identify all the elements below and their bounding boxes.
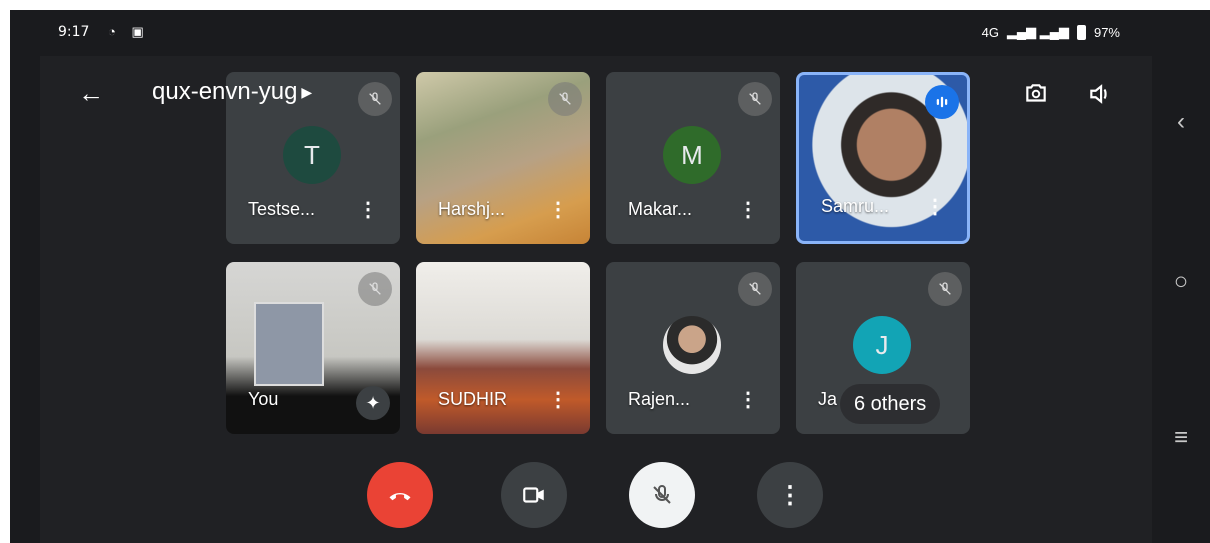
mic-off-icon [928,272,962,306]
self-tile[interactable]: You ✦ [226,262,400,434]
avatar: T [283,126,341,184]
phone-hangup-icon [389,492,411,501]
system-nav-bar: ‹ ○ ≡ [1152,56,1210,543]
nav-recents-icon[interactable]: ≡ [1152,424,1210,452]
more-options-button[interactable]: ⋮ [757,462,823,528]
participant-tile-speaking[interactable]: Samru... ⋮ [796,72,970,244]
more-vert-icon[interactable]: ⋮ [548,197,568,222]
participant-name: Samru... [821,196,890,216]
mic-off-icon [738,82,772,116]
mic-off-icon [358,82,392,116]
network-type: 4G [981,24,999,40]
participant-name: Rajen... [628,389,691,409]
participant-name: SUDHIR [438,389,508,409]
participant-name: Harshj... [438,199,506,219]
mic-off-icon [653,484,671,504]
end-call-button[interactable] [367,462,433,528]
battery-level: 97% [1093,24,1120,40]
avatar: J [853,316,911,374]
participant-tile[interactable]: M Makar... ⋮ [606,72,780,244]
more-vert-icon[interactable]: ⋮ [738,197,758,222]
participant-name: Ja [818,389,838,409]
avatar: M [663,126,721,184]
video-camera-icon [523,487,544,503]
participant-tile[interactable]: J Ja 6 others [796,262,970,434]
participant-name: Makar... [628,199,693,219]
participant-tile[interactable]: Harshj... ⋮ [416,72,590,244]
projector-screen [254,302,324,386]
signal-icon: ▂▄▆ ▂▄▆ [1006,24,1069,39]
participant-tile[interactable]: SUDHIR ⋮ [416,262,590,434]
mic-off-icon [738,272,772,306]
mic-toggle-button[interactable] [629,462,695,528]
nav-home-icon[interactable]: ○ [1152,268,1210,296]
participant-name: You [248,389,279,409]
arrow-left-icon[interactable]: ← [78,78,104,109]
more-vert-icon[interactable]: ⋮ [358,197,378,222]
switch-camera-icon[interactable] [1018,76,1054,112]
caret-right-icon: ▶ [301,84,313,101]
avatar-photo [663,316,721,374]
more-vert-icon[interactable]: ⋮ [738,387,758,412]
speaker-icon[interactable] [1082,76,1118,112]
status-notification-icons: ◔ ▣ [108,24,150,39]
participant-name: Testse... [248,199,316,219]
battery-icon [1076,24,1086,40]
audio-level-icon [925,85,959,119]
sparkle-icon[interactable]: ✦ [356,386,390,420]
mic-off-icon [358,272,392,306]
status-time: 9:17 [58,24,90,40]
status-bar: 9:17 ◔ ▣ 4G ▂▄▆ ▂▄▆ 97% [10,10,1210,56]
nav-back-icon[interactable]: ‹ [1152,108,1210,136]
participant-tile[interactable]: Rajen... ⋮ [606,262,780,434]
status-right: 4G ▂▄▆ ▂▄▆ 97% [982,24,1120,40]
camera-toggle-button[interactable] [501,462,567,528]
meeting-code-text: qux-envn-yug [152,78,298,105]
more-vert-icon: ⋮ [778,481,802,509]
phone-screen: 9:17 ◔ ▣ 4G ▂▄▆ ▂▄▆ 97% ← qux-envn-yug ▶ … [10,10,1210,543]
mic-off-icon [548,82,582,116]
more-vert-icon[interactable]: ⋮ [925,194,945,219]
meeting-view: ← qux-envn-yug ▶ T Testse... ⋮ Harshj... … [40,56,1152,543]
meeting-code[interactable]: qux-envn-yug ▶ [152,78,312,106]
others-chip[interactable]: 6 others [840,384,941,424]
more-vert-icon[interactable]: ⋮ [548,387,568,412]
